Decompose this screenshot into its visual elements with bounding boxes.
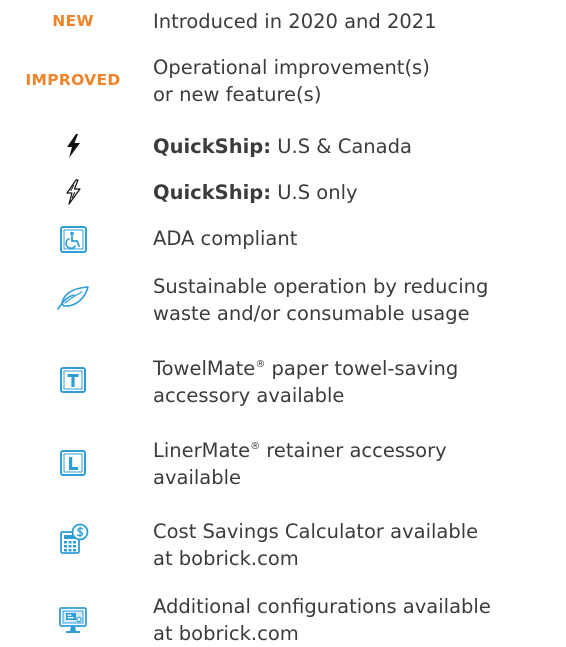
improved-badge: IMPROVED — [25, 71, 121, 89]
sustainable-description: Sustainable operation by reducing waste … — [153, 273, 488, 327]
leaf-icon — [56, 285, 90, 311]
icon-container — [0, 450, 146, 476]
quickship-label: QuickShip: — [153, 181, 272, 204]
configurations-description: Additional configurations available at b… — [153, 593, 491, 647]
description-line: at bobrick.com — [153, 547, 299, 570]
lightning-bolt-filled-icon — [63, 133, 83, 159]
improved-badge-container: IMPROVED — [0, 54, 146, 90]
quickship-region: U.S & Canada — [271, 135, 412, 158]
ada-description: ADA compliant — [153, 225, 297, 252]
cost-calculator-description: Cost Savings Calculator available at bob… — [153, 518, 478, 572]
description-text: retainer accessory — [260, 439, 447, 462]
description-line: Sustainable operation by reducing — [153, 275, 489, 298]
new-badge: NEW — [52, 12, 94, 30]
new-description: Introduced in 2020 and 2021 — [153, 8, 437, 35]
description-text: paper towel-saving — [265, 357, 459, 380]
linermate-l-icon — [60, 450, 86, 476]
description-line: Additional configurations available — [153, 595, 491, 618]
icon-container — [0, 226, 146, 253]
brand-name: TowelMate — [153, 357, 256, 380]
description-line: Cost Savings Calculator available — [153, 520, 479, 543]
icon-container — [0, 367, 146, 393]
quickship-us-description: QuickShip: U.S only — [153, 179, 358, 206]
description-line: at bobrick.com — [153, 622, 299, 645]
monitor-config-icon — [58, 606, 88, 636]
icon-container — [0, 606, 146, 636]
icon-container — [0, 523, 146, 555]
quickship-region: U.S only — [271, 181, 358, 204]
icon-container — [0, 285, 146, 311]
improved-description: Operational improvement(s) or new featur… — [153, 54, 430, 108]
description-line: waste and/or consumable usage — [153, 302, 470, 325]
description-line: ADA compliant — [153, 227, 298, 250]
description-line: Introduced in 2020 and 2021 — [153, 10, 437, 33]
description-line: accessory available — [153, 384, 345, 407]
quickship-us-canada-description: QuickShip: U.S & Canada — [153, 133, 412, 160]
registered-mark: ® — [250, 441, 261, 452]
icon-container — [0, 133, 146, 159]
new-badge-container: NEW — [0, 8, 146, 31]
registered-mark: ® — [255, 359, 266, 370]
towelmate-description: TowelMate® paper towel-saving accessory … — [153, 355, 458, 409]
quickship-label: QuickShip: — [153, 135, 272, 158]
description-line: or new feature(s) — [153, 83, 322, 106]
description-line: available — [153, 466, 242, 489]
towelmate-t-icon — [60, 367, 86, 393]
linermate-description: LinerMate® retainer accessory available — [153, 437, 447, 491]
lightning-bolt-outline-icon — [63, 179, 83, 205]
icon-container — [0, 179, 146, 205]
wheelchair-accessibility-icon — [59, 226, 87, 253]
calculator-dollar-icon — [57, 523, 89, 555]
brand-name: LinerMate — [153, 439, 251, 462]
description-line: Operational improvement(s) — [153, 56, 430, 79]
